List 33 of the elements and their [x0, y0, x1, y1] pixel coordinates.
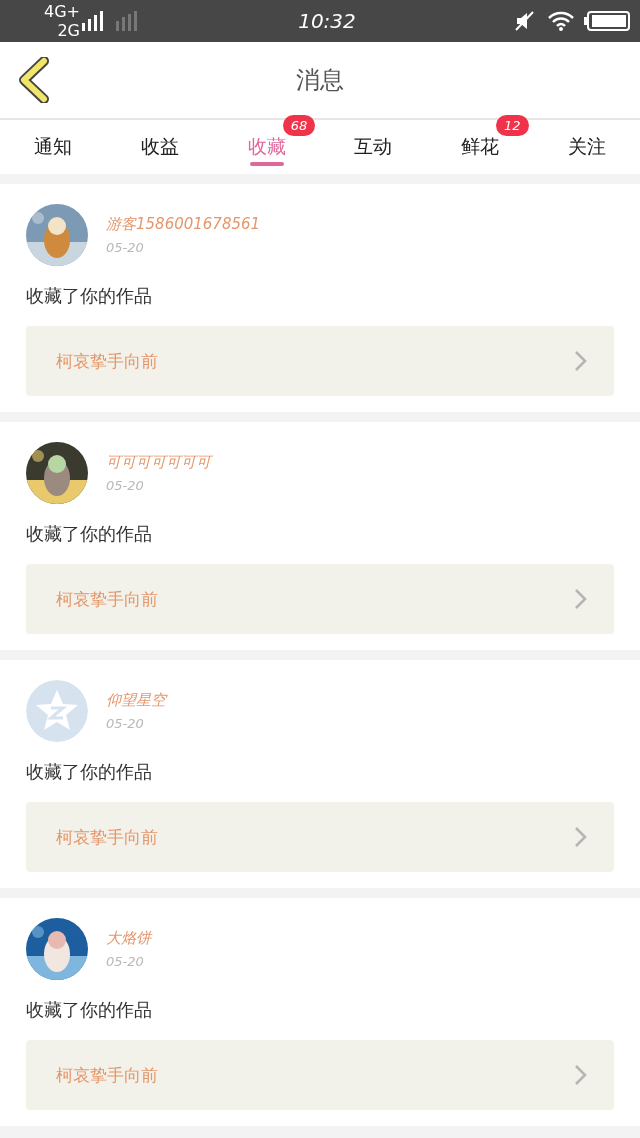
clock-time: 10:32 — [297, 9, 357, 33]
chevron-right-icon — [574, 826, 588, 848]
mute-icon — [514, 11, 536, 31]
message-date: 05-20 — [106, 716, 145, 731]
tab[interactable]: 关注 — [563, 120, 610, 174]
user-name: 游客1586001678561 — [106, 215, 261, 234]
chevron-right-icon — [574, 350, 588, 372]
tab-underline — [249, 162, 284, 166]
user-name: 大烙饼 — [106, 929, 151, 948]
message-text: 收藏了你的作品 — [26, 760, 153, 784]
user-name: 可可可可可可可 — [106, 453, 211, 472]
tab[interactable]: 互动 — [350, 120, 397, 174]
network-label: 4G+ — [44, 2, 80, 21]
message-date: 05-20 — [106, 478, 145, 493]
count-badge: 12 — [496, 115, 529, 136]
network-label: 2G — [57, 21, 80, 40]
wifi-icon — [548, 11, 574, 31]
chevron-right-icon — [574, 1064, 588, 1086]
message-text: 收藏了你的作品 — [26, 522, 153, 546]
chevron-right-icon — [574, 588, 588, 610]
chevron-left-icon — [18, 57, 50, 103]
signal-icon — [114, 11, 140, 31]
signal-icon — [80, 11, 104, 31]
count-badge: 68 — [282, 115, 316, 136]
battery-icon — [584, 11, 630, 31]
user-name: 仰望星空 — [106, 691, 166, 710]
message-date: 05-20 — [106, 954, 145, 969]
message-text: 收藏了你的作品 — [26, 998, 153, 1022]
tab[interactable]: 收益 — [137, 120, 183, 174]
tab[interactable]: 通知 — [30, 120, 77, 174]
message-text: 收藏了你的作品 — [26, 284, 153, 308]
page-title: 消息 — [296, 65, 344, 96]
message-date: 05-20 — [106, 240, 145, 255]
